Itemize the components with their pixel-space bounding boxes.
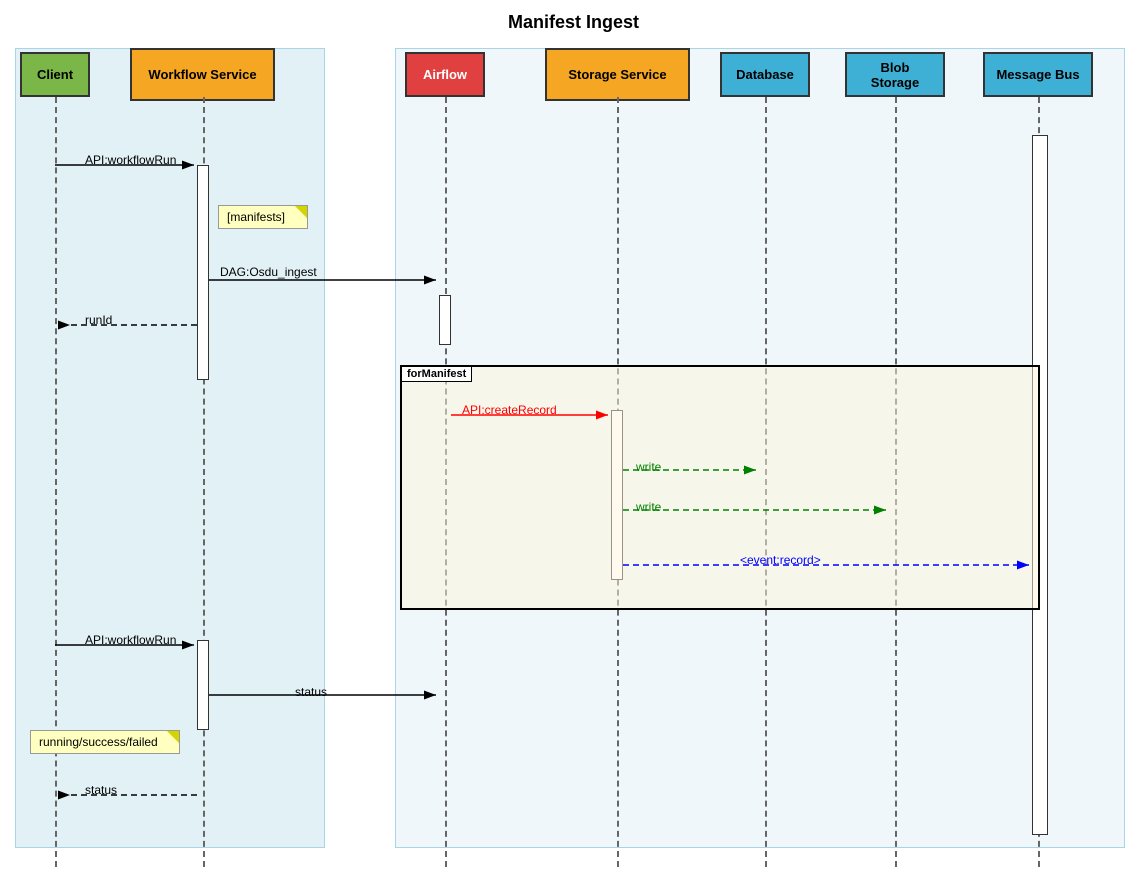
actor-msgbus: Message Bus	[983, 52, 1093, 97]
frame-formanifest: forManifest	[400, 365, 1040, 610]
diagram-container: Manifest Ingest Client Workflow Service …	[0, 0, 1147, 891]
actor-blob: Blob Storage	[845, 52, 945, 97]
frame-label: forManifest	[401, 366, 472, 382]
note-manifests: [manifests]	[218, 205, 308, 229]
msg-label-8: API:workflowRun	[85, 633, 176, 647]
left-highlight	[15, 48, 325, 848]
actor-client: Client	[20, 52, 90, 97]
activation-workflow-1	[197, 165, 209, 380]
actor-storage: Storage Service	[545, 48, 690, 101]
actor-airflow: Airflow	[405, 52, 485, 97]
actor-database: Database	[720, 52, 810, 97]
msg-label-7: <event:record>	[740, 553, 821, 567]
activation-workflow-2	[197, 640, 209, 730]
msg-label-3: runId	[85, 313, 112, 327]
msg-label-9: status	[295, 685, 327, 699]
diagram-title: Manifest Ingest	[0, 0, 1147, 33]
msg-label-1: API:workflowRun	[85, 153, 176, 167]
msg-label-4: API:createRecord	[462, 403, 557, 417]
actor-workflow: Workflow Service	[130, 48, 275, 101]
note-status: running/success/failed	[30, 730, 180, 754]
msg-label-6: write	[636, 500, 661, 514]
msg-label-2: DAG:Osdu_ingest	[220, 265, 317, 279]
activation-airflow-1	[439, 295, 451, 345]
msg-label-5: write	[636, 460, 661, 474]
msg-label-10: status	[85, 783, 117, 797]
